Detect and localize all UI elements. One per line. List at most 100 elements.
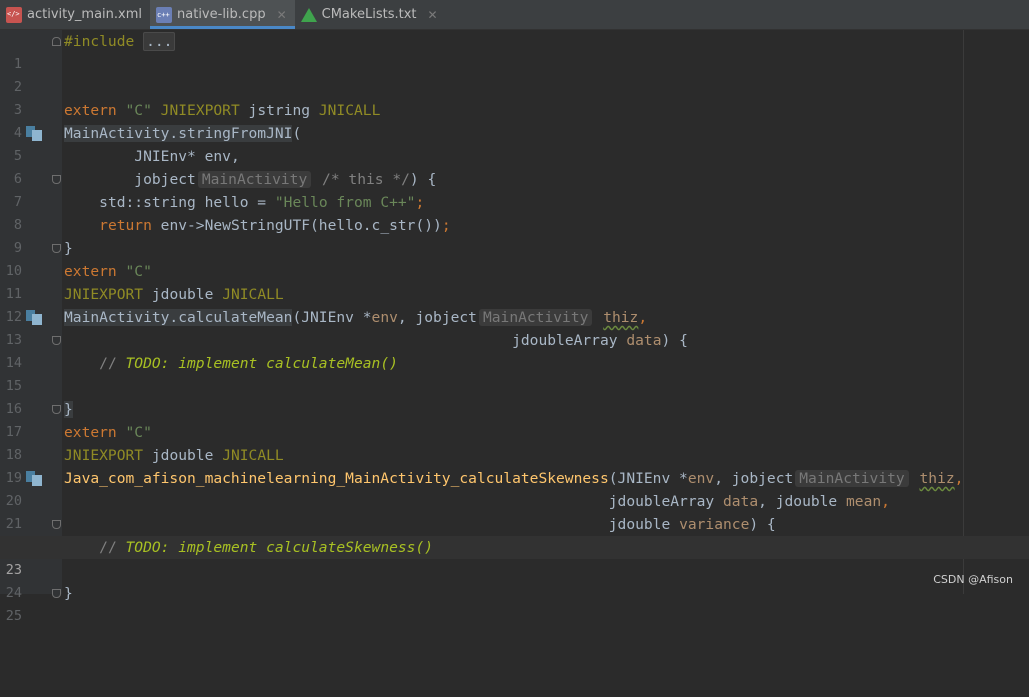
comment: // bbox=[99, 355, 126, 372]
punctuation: ) { bbox=[749, 516, 776, 533]
string-literal: "C" bbox=[125, 424, 152, 441]
include-directive: #include bbox=[64, 33, 135, 50]
related-symbol-icon[interactable] bbox=[26, 126, 42, 141]
parameter-name: env bbox=[371, 309, 398, 326]
string-literal: "Hello from C++" bbox=[274, 194, 416, 211]
code-line-10[interactable]: 10 } bbox=[0, 237, 1029, 279]
line-number: 25 bbox=[5, 608, 22, 624]
code-line-6[interactable]: 6 JNIEnv* env, bbox=[0, 145, 1029, 187]
keyword: extern bbox=[64, 102, 117, 119]
type: jdouble bbox=[151, 286, 214, 303]
macro: JNIEXPORT bbox=[64, 447, 144, 464]
parameter-hint: MainActivity bbox=[197, 171, 312, 188]
fold-icon[interactable] bbox=[52, 405, 61, 414]
macro: JNICALL bbox=[222, 286, 284, 303]
type: , jdouble bbox=[758, 493, 838, 510]
tab-activity-main-xml[interactable]: activity_main.xml bbox=[0, 0, 150, 29]
macro: JNIEXPORT bbox=[64, 286, 144, 303]
code-line-19[interactable]: 19 JNIEXPORT jdouble JNICALL bbox=[0, 444, 1029, 486]
fold-icon[interactable] bbox=[52, 520, 61, 529]
keyword: extern bbox=[64, 424, 117, 441]
macro: JNICALL bbox=[318, 102, 381, 119]
code-line-1[interactable]: 1 #include ... bbox=[0, 30, 1029, 72]
code-line-15[interactable]: 15 // TODO: implement calculateMean() bbox=[0, 352, 1029, 394]
comma: , bbox=[881, 493, 890, 510]
xml-file-icon bbox=[6, 6, 22, 23]
type: jobject bbox=[134, 171, 196, 188]
parameter-name: thiz bbox=[603, 309, 639, 326]
folded-region[interactable]: ... bbox=[143, 32, 176, 51]
code-line-8[interactable]: 8 std::string hello = "Hello from C++"; bbox=[0, 191, 1029, 233]
parameter: JNIEnv* env, bbox=[134, 148, 240, 165]
parameter-name: env bbox=[687, 470, 715, 487]
todo-comment: TODO: implement calculateMean() bbox=[125, 355, 398, 372]
code-line-22[interactable]: 22 jdouble variance) { bbox=[0, 513, 1029, 555]
string-literal: "C" bbox=[125, 263, 152, 280]
tab-label: CMakeLists.txt bbox=[321, 7, 417, 22]
parameter: , jobject bbox=[397, 309, 477, 326]
comma: , bbox=[638, 309, 648, 326]
parameter: (JNIEnv * bbox=[292, 309, 372, 326]
comma: , bbox=[954, 470, 964, 487]
code-line-17[interactable]: 17 } bbox=[0, 398, 1029, 440]
tab-native-lib-cpp[interactable]: native-lib.cpp ✕ bbox=[150, 0, 295, 29]
close-icon[interactable]: ✕ bbox=[277, 8, 287, 22]
fold-icon[interactable] bbox=[52, 336, 61, 345]
code-line-21[interactable]: 21 jdoubleArray data, jdouble mean, bbox=[0, 490, 1029, 532]
watermark: CSDN @Afison bbox=[933, 573, 1013, 586]
code-line-20[interactable]: 20 Java_com_afison_machinelearning_MainA… bbox=[0, 467, 1029, 509]
macro: JNICALL bbox=[222, 447, 284, 464]
code-line-7[interactable]: 7 jobject MainActivity /* this */) { bbox=[0, 168, 1029, 210]
parameter-name: mean bbox=[846, 493, 882, 510]
editor-tab-bar: activity_main.xml native-lib.cpp ✕ CMake… bbox=[0, 0, 1029, 30]
code-line-13[interactable]: 13 MainActivity.calculateMean(JNIEnv *en… bbox=[0, 306, 1029, 348]
parameter-name: data bbox=[722, 493, 759, 510]
statement: std::string hello = bbox=[99, 194, 275, 211]
code-editor[interactable]: 1 #include ... 2 3 4 extern "C" JNIEXPOR… bbox=[0, 30, 1029, 624]
parameter-name: data bbox=[626, 332, 662, 349]
punctuation: ) { bbox=[409, 171, 437, 188]
fold-icon[interactable] bbox=[52, 175, 61, 184]
code-line-23[interactable]: 23 // TODO: implement calculateSkewness(… bbox=[0, 536, 1029, 578]
todo-comment: TODO: implement calculateSkewness() bbox=[125, 539, 434, 556]
function-name: MainActivity.calculateMean bbox=[64, 309, 293, 326]
comment: /* this */ bbox=[322, 171, 410, 188]
code-line-24[interactable]: 24 bbox=[0, 559, 1029, 601]
type: jdouble bbox=[608, 516, 671, 533]
code-line-2[interactable]: 2 bbox=[0, 53, 1029, 95]
tab-cmakelists-txt[interactable]: CMakeLists.txt ✕ bbox=[295, 0, 446, 29]
punctuation: ) { bbox=[661, 332, 688, 349]
tab-label: activity_main.xml bbox=[27, 7, 143, 22]
code-line-3[interactable]: 3 bbox=[0, 76, 1029, 118]
fold-icon[interactable] bbox=[52, 244, 61, 253]
parameter: (JNIEnv * bbox=[608, 470, 688, 487]
semicolon: ; bbox=[441, 217, 451, 234]
code-line-14[interactable]: 14 jdoubleArray data) { bbox=[0, 329, 1029, 371]
fold-icon[interactable] bbox=[52, 37, 61, 46]
cpp-file-icon bbox=[156, 6, 173, 23]
function-name: Java_com_afison_machinelearning_MainActi… bbox=[64, 470, 609, 487]
related-symbol-icon[interactable] bbox=[26, 471, 42, 486]
close-icon[interactable]: ✕ bbox=[427, 8, 437, 22]
parameter-hint: MainActivity bbox=[478, 309, 593, 326]
function-name: MainActivity.stringFromJNI bbox=[64, 125, 293, 142]
code-line-16[interactable]: 16 bbox=[0, 375, 1029, 417]
code-line-4[interactable]: 4 extern "C" JNIEXPORT jstring JNICALL bbox=[0, 99, 1029, 141]
brace: } bbox=[64, 401, 73, 418]
semicolon: ; bbox=[415, 194, 425, 211]
comment: // bbox=[99, 539, 126, 556]
parameter-name: variance bbox=[679, 516, 750, 533]
type: jstring bbox=[248, 102, 311, 119]
code-line-11[interactable]: 11 extern "C" bbox=[0, 260, 1029, 302]
code-line-18[interactable]: 18 extern "C" bbox=[0, 421, 1029, 463]
related-symbol-icon[interactable] bbox=[26, 310, 42, 325]
type: jdoubleArray bbox=[512, 332, 618, 349]
code-line-12[interactable]: 12 JNIEXPORT jdouble JNICALL bbox=[0, 283, 1029, 325]
parameter-name: thiz bbox=[919, 470, 955, 487]
keyword: extern bbox=[64, 263, 117, 280]
tab-label: native-lib.cpp bbox=[177, 7, 266, 22]
parameter: , jobject bbox=[714, 470, 794, 487]
paren: ( bbox=[292, 125, 302, 142]
code-line-9[interactable]: 9 return env->NewStringUTF(hello.c_str()… bbox=[0, 214, 1029, 256]
code-line-5[interactable]: 5 MainActivity.stringFromJNI( bbox=[0, 122, 1029, 164]
